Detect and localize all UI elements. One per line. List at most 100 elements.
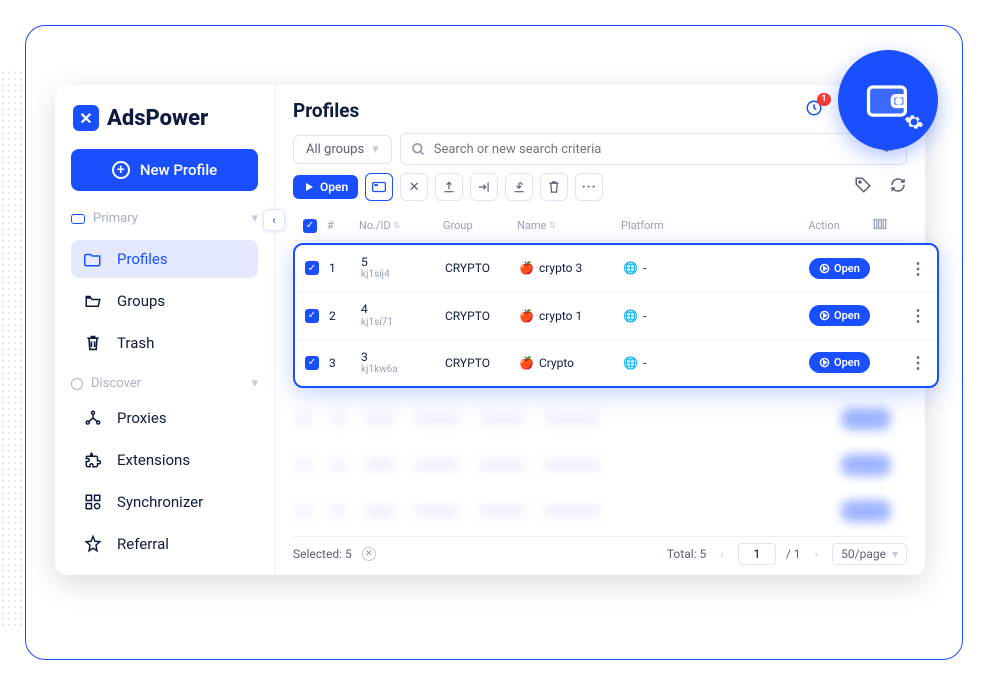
play-icon	[819, 357, 830, 368]
discover-icon	[71, 378, 83, 390]
table-row: ✓ 2 4kj1si71 CRYPTO 🍎crypto 1 🌐- Open ⋮	[295, 292, 937, 339]
apple-icon: 🍎	[519, 356, 534, 370]
app-window: ✕ AdsPower + New Profile Primary ▾ Profi…	[55, 85, 925, 575]
toolbar-browser-button[interactable]	[365, 173, 393, 201]
row-index: 2	[329, 309, 357, 323]
app-logo: ✕ AdsPower	[55, 93, 274, 143]
search-box	[400, 133, 907, 165]
columns-icon	[873, 217, 887, 231]
row-open-button[interactable]: Open	[809, 258, 870, 279]
nav-list-discover: Proxies Extensions Synchronizer Referral	[55, 395, 274, 573]
brand-name: AdsPower	[107, 106, 208, 131]
row-menu-button[interactable]: ⋮	[903, 259, 933, 278]
chevron-down-icon: ▾	[251, 376, 258, 391]
toolbar-import-button[interactable]	[470, 173, 498, 201]
row-name: 🍎crypto 3	[519, 261, 619, 275]
nav-label: Groups	[117, 292, 165, 310]
select-all-checkbox[interactable]: ✓	[303, 219, 317, 233]
group-selected-label: All groups	[306, 142, 364, 157]
row-open-button[interactable]: Open	[809, 305, 870, 326]
star-icon	[83, 535, 103, 553]
folder-open-icon	[83, 293, 103, 309]
close-icon: ✕	[409, 180, 420, 195]
refresh-icon	[889, 176, 907, 194]
activity-button[interactable]: 1	[805, 99, 823, 121]
sidebar-item-referral[interactable]: Referral	[71, 525, 258, 563]
sidebar: ✕ AdsPower + New Profile Primary ▾ Profi…	[55, 85, 275, 575]
selected-count: Selected: 5	[293, 547, 352, 561]
plus-icon: +	[112, 161, 130, 179]
toolbar-delete-button[interactable]	[540, 173, 568, 201]
col-header-group[interactable]: Group	[443, 219, 513, 232]
col-header-idx[interactable]: #	[327, 219, 355, 232]
toolbar-refresh-button[interactable]	[889, 176, 907, 198]
toolbar-open-label: Open	[320, 180, 348, 194]
new-profile-button[interactable]: + New Profile	[71, 149, 258, 191]
col-header-action: Action	[779, 219, 869, 232]
sidebar-item-extensions[interactable]: Extensions	[71, 441, 258, 479]
sync-icon	[83, 493, 103, 511]
table-row: ✓ 3 3kj1kw6a CRYPTO 🍎Crypto 🌐- Open ⋮	[295, 340, 937, 386]
clear-selection-button[interactable]: ✕	[362, 547, 376, 561]
col-header-platform[interactable]: Platform	[621, 219, 775, 232]
nav-label: Extensions	[117, 451, 190, 469]
primary-icon	[71, 214, 85, 224]
browser-icon	[372, 180, 386, 194]
sidebar-item-trash[interactable]: Trash	[71, 324, 258, 362]
trash-icon	[547, 180, 561, 194]
search-icon	[411, 142, 426, 157]
upload-icon	[442, 180, 456, 194]
apple-icon: 🍎	[519, 309, 534, 323]
column-settings-button[interactable]	[873, 217, 903, 234]
play-icon	[819, 310, 830, 321]
toolbar-open-button[interactable]: Open	[293, 175, 358, 199]
globe-icon: 🌐	[623, 309, 638, 323]
row-open-button[interactable]: Open	[809, 352, 870, 373]
collapse-sidebar-button[interactable]: ‹	[263, 209, 285, 231]
toolbar-upload-button[interactable]	[435, 173, 463, 201]
toolbar-more-button[interactable]: ···	[575, 173, 603, 201]
row-menu-button[interactable]: ⋮	[903, 306, 933, 325]
toolbar-tags-button[interactable]	[854, 176, 872, 198]
col-header-noid[interactable]: No./ID ⇅	[359, 219, 439, 232]
row-checkbox[interactable]: ✓	[305, 261, 319, 275]
group-filter-select[interactable]: All groups ▾	[293, 135, 392, 164]
sidebar-item-proxies[interactable]: Proxies	[71, 399, 258, 437]
table-row: ✓ 1 5kj1sij4 CRYPTO 🍎crypto 3 🌐- Open ⋮	[295, 245, 937, 292]
logo-icon: ✕	[73, 105, 99, 131]
nav-label: Profiles	[117, 250, 168, 268]
gear-icon	[904, 112, 924, 132]
nav-list-primary: Profiles Groups Trash	[55, 230, 274, 372]
wallet-settings-fab[interactable]	[838, 50, 938, 150]
nav-section-discover[interactable]: Discover ▾	[55, 372, 274, 395]
nav-section-primary[interactable]: Primary ▾	[55, 207, 274, 230]
search-input[interactable]	[434, 142, 872, 157]
prev-page-button[interactable]: ‹	[716, 547, 728, 561]
trash-icon	[83, 334, 103, 352]
toolbar-close-button[interactable]: ✕	[400, 173, 428, 201]
row-name: 🍎crypto 1	[519, 309, 619, 323]
page-input[interactable]	[738, 543, 776, 565]
next-page-button[interactable]: ›	[811, 547, 823, 561]
page-size-select[interactable]: 50/page ▾	[832, 543, 907, 565]
toolbar-export-button[interactable]	[505, 173, 533, 201]
row-checkbox[interactable]: ✓	[305, 309, 319, 323]
row-index: 3	[329, 356, 357, 370]
new-profile-label: New Profile	[140, 161, 217, 179]
sidebar-item-synchronizer[interactable]: Synchronizer	[71, 483, 258, 521]
row-checkbox[interactable]: ✓	[305, 356, 319, 370]
sidebar-item-groups[interactable]: Groups	[71, 282, 258, 320]
globe-icon: 🌐	[623, 261, 638, 275]
filters-row: All groups ▾	[293, 133, 907, 173]
chevron-down-icon: ▾	[372, 142, 379, 157]
row-platform: 🌐-	[623, 356, 805, 370]
sidebar-item-profiles[interactable]: Profiles	[71, 240, 258, 278]
row-menu-button[interactable]: ⋮	[903, 353, 933, 372]
page-title: Profiles	[293, 99, 359, 122]
proxies-icon	[83, 409, 103, 427]
col-header-name[interactable]: Name ⇅	[517, 219, 617, 232]
sort-icon: ⇅	[393, 221, 401, 231]
chevron-down-icon: ▾	[892, 547, 898, 561]
blurred-rows	[293, 388, 907, 534]
row-name: 🍎Crypto	[519, 356, 619, 370]
